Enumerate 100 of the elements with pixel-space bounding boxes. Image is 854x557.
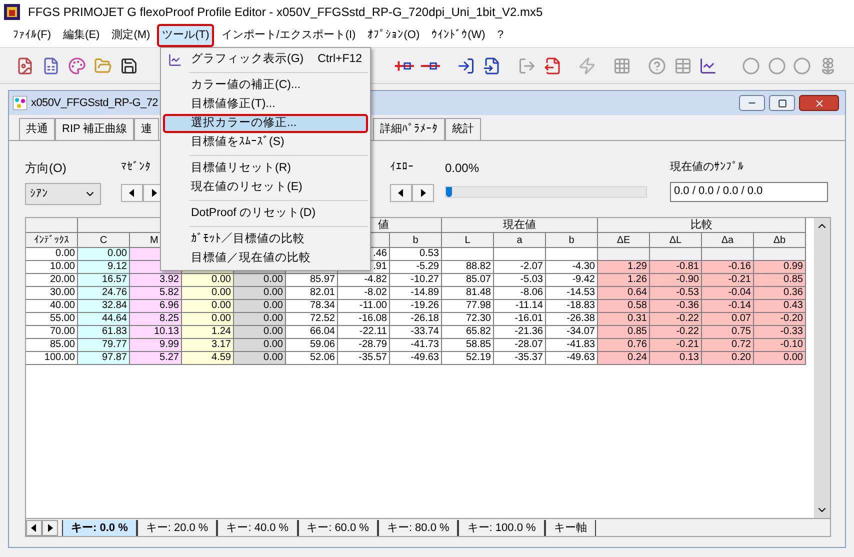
decrease-button[interactable] xyxy=(121,184,143,202)
restore-button[interactable] xyxy=(769,95,795,111)
close-button[interactable] xyxy=(799,95,839,111)
table-cell: -21.36 xyxy=(494,326,546,339)
table-cell: 100.00 xyxy=(26,352,78,365)
sheet-tab[interactable]: キー: 40.0 % xyxy=(217,520,298,536)
table-cell: 9.12 xyxy=(78,261,130,274)
table-cell: 6.96 xyxy=(130,300,182,313)
table-cell: 4.59 xyxy=(182,352,234,365)
table-cell: 77.98 xyxy=(442,300,494,313)
tab[interactable]: RIP 補正曲線 xyxy=(55,118,134,140)
menu-bar-item[interactable]: ツール(T) xyxy=(157,24,214,47)
group-header: 現在値 xyxy=(442,218,598,233)
table-cell: 3.92 xyxy=(130,274,182,287)
table-cell: 0.36 xyxy=(754,287,806,300)
right-triangle-icon xyxy=(151,188,157,196)
table-cell: 0.00 xyxy=(234,326,286,339)
channel-label: ﾏｾﾞﾝﾀ xyxy=(121,160,151,175)
table-cell: 61.83 xyxy=(78,326,130,339)
table-cell: 1.29 xyxy=(598,261,650,274)
table-cell: 72.30 xyxy=(442,313,494,326)
menu-item[interactable]: 目標値修正(T)... xyxy=(163,95,368,114)
sheet-tab[interactable]: キー: 0.0 % xyxy=(62,520,137,536)
menu-item[interactable]: 目標値をｽﾑｰｽﾞ(S) xyxy=(163,133,368,152)
tab[interactable]: 連 xyxy=(134,118,160,140)
column-header: ｲﾝﾃﾞｯｸｽ xyxy=(26,233,78,248)
table-cell: -0.14 xyxy=(702,300,754,313)
menu-item[interactable]: グラフィック表示(G) Ctrl+F12 xyxy=(163,50,368,69)
menu-item[interactable]: カラー値の補正(C)... xyxy=(163,76,368,95)
sheet-tab[interactable]: キー: 60.0 % xyxy=(298,520,378,536)
column-header: C xyxy=(78,233,130,248)
menu-item[interactable]: 目標値リセット(R) xyxy=(163,159,368,178)
menu-bar-item[interactable]: 測定(M) xyxy=(106,24,156,47)
increase-button[interactable] xyxy=(412,184,434,202)
table-cell: 32.84 xyxy=(78,300,130,313)
table-cell: 8.25 xyxy=(130,313,182,326)
table-cell: -26.18 xyxy=(390,313,442,326)
table-cell: -10.27 xyxy=(390,274,442,287)
table-cell: 1.26 xyxy=(598,274,650,287)
direction-dropdown[interactable]: ｼｱﾝ xyxy=(25,183,101,205)
menu-bar-item[interactable]: インポート/エクスポート(I) xyxy=(216,24,361,47)
menu-bar-item[interactable]: ｵﾌﾟｼｮﾝ(O) xyxy=(362,24,425,47)
table-cell xyxy=(754,248,806,261)
table-cell: -0.22 xyxy=(650,326,702,339)
menu-bar-item[interactable]: ｳｲﾝﾄﾞｳ(W) xyxy=(426,24,490,47)
sheet-tab[interactable]: キー軸 xyxy=(544,520,596,536)
table-cell xyxy=(702,248,754,261)
tab[interactable]: 共通 xyxy=(19,118,55,140)
next-sheet-button[interactable] xyxy=(42,520,58,536)
square-icon xyxy=(778,98,786,108)
table-cell: -0.16 xyxy=(702,261,754,274)
table-cell: 0.00 xyxy=(754,352,806,365)
column-header: L xyxy=(442,233,494,248)
table-cell: 66.04 xyxy=(286,326,338,339)
scrollbar[interactable] xyxy=(814,218,830,518)
table-cell: 85.00 xyxy=(26,339,78,352)
document-title: x050V_FFGSstd_RP-G_72 xyxy=(31,96,158,111)
previous-sheet-button[interactable] xyxy=(26,520,42,536)
table-cell: 0.31 xyxy=(598,313,650,326)
table-cell: -0.04 xyxy=(702,287,754,300)
table-cell: 0.43 xyxy=(754,300,806,313)
menu-item[interactable]: 現在値のリセット(E) xyxy=(163,178,368,197)
table-cell: -8.02 xyxy=(338,287,390,300)
sheet-tab[interactable]: キー: 20.0 % xyxy=(136,520,218,536)
sample-field[interactable]: 0.0 / 0.0 / 0.0 / 0.0 xyxy=(670,182,828,202)
decrease-button[interactable] xyxy=(390,184,412,202)
slider-thumb[interactable] xyxy=(446,187,452,197)
menu-item[interactable]: 選択カラーの修正... xyxy=(163,114,368,133)
header-cell xyxy=(26,218,78,233)
menu-bar-item[interactable]: ? xyxy=(492,24,508,47)
right-triangle-icon xyxy=(47,524,53,532)
table-cell: 0.13 xyxy=(650,352,702,365)
table-cell: -8.06 xyxy=(494,287,546,300)
table-cell: -19.26 xyxy=(390,300,442,313)
menu-bar-item[interactable]: ﾌｧｲﾙ(F) xyxy=(8,24,56,47)
table-cell xyxy=(598,248,650,261)
table-cell: 0.53 xyxy=(390,248,442,261)
table-cell: 44.64 xyxy=(78,313,130,326)
right-triangle-icon xyxy=(420,188,426,196)
table-cell: 0.00 xyxy=(234,313,286,326)
table-cell: 0.07 xyxy=(702,313,754,326)
tab[interactable]: 統計 xyxy=(445,118,482,140)
menu-bar-item[interactable]: 編集(E) xyxy=(58,24,105,47)
table-cell: 0.00 xyxy=(26,248,78,261)
table-cell: 58.85 xyxy=(442,339,494,352)
sheet-tab[interactable]: キー: 100.0 % xyxy=(458,520,545,536)
tab[interactable]: 詳細ﾊﾟﾗﾒｰﾀ xyxy=(373,118,446,140)
table-cell: -9.42 xyxy=(546,274,598,287)
table-cell: 0.00 xyxy=(234,300,286,313)
sheet-tab[interactable]: キー: 80.0 % xyxy=(378,520,458,536)
table-cell: 0.00 xyxy=(182,287,234,300)
table-cell: 97.87 xyxy=(78,352,130,365)
table-cell: -0.21 xyxy=(702,274,754,287)
table-cell: 78.34 xyxy=(286,300,338,313)
table-cell: -2.07 xyxy=(494,261,546,274)
table-cell: 20.00 xyxy=(26,274,78,287)
table-cell: -5.03 xyxy=(494,274,546,287)
table-cell: -0.81 xyxy=(650,261,702,274)
table-cell: 5.27 xyxy=(130,352,182,365)
table-cell: -0.10 xyxy=(754,339,806,352)
